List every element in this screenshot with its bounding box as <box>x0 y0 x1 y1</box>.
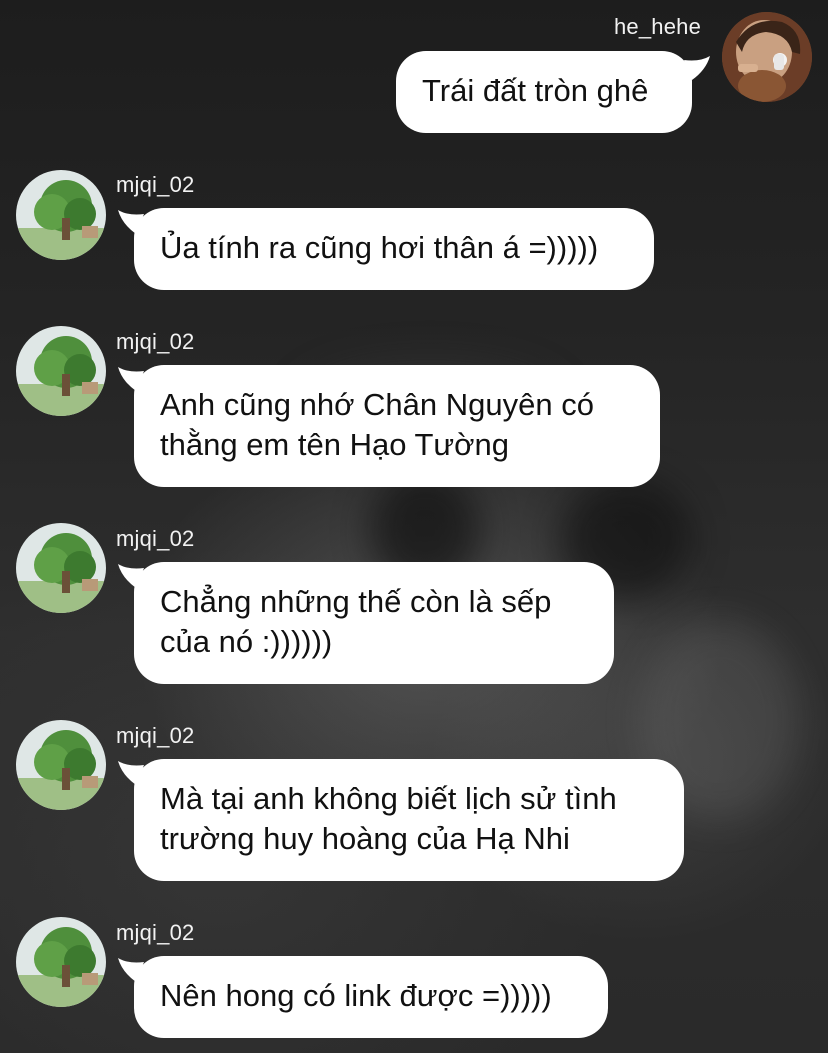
received-message-bubble[interactable]: Ủa tính ra cũng hơi thân á =))))) <box>134 208 654 290</box>
sender-username: mjqi_02 <box>116 329 195 354</box>
received-message-bubble[interactable]: Anh cũng nhớ Chân Nguyên có thằng em tên… <box>134 365 660 487</box>
message-text-line: của nó :)))))) <box>160 624 333 659</box>
message-text: Ủa tính ra cũng hơi thân á =))))) <box>160 230 599 265</box>
received-message-bubble[interactable]: Mà tại anh không biết lịch sử tình trườn… <box>134 759 684 881</box>
message-text-line: Chẳng những thế còn là sếp <box>160 584 552 619</box>
bubble-tail <box>684 56 714 82</box>
received-message-bubble[interactable]: Nên hong có link được =))))) <box>134 956 608 1038</box>
received-avatar[interactable] <box>16 523 106 613</box>
sender-username: mjqi_02 <box>116 172 195 197</box>
sender-username: mjqi_02 <box>116 920 195 945</box>
received-avatar[interactable] <box>16 170 106 260</box>
message-text: Trái đất tròn ghê <box>422 73 649 108</box>
message-text-line: trường huy hoàng của Hạ Nhi <box>160 821 570 856</box>
sender-avatar[interactable] <box>722 12 812 102</box>
received-avatar[interactable] <box>16 326 106 416</box>
received-avatar[interactable] <box>16 720 106 810</box>
message-text: Nên hong có link được =))))) <box>160 978 552 1013</box>
received-avatar[interactable] <box>16 917 106 1007</box>
message-text-line: Mà tại anh không biết lịch sử tình <box>160 781 617 816</box>
sender-username: mjqi_02 <box>116 723 195 748</box>
message-text-line: Anh cũng nhớ Chân Nguyên có <box>160 387 594 422</box>
received-message-bubble[interactable]: Chẳng những thế còn là sếp của nó :)))))… <box>134 562 614 684</box>
sender-username: he_hehe <box>614 14 702 39</box>
sender-username: mjqi_02 <box>116 526 195 551</box>
message-text-line: thằng em tên Hạo Tường <box>160 427 509 462</box>
sent-message-bubble[interactable]: Trái đất tròn ghê <box>396 51 692 133</box>
